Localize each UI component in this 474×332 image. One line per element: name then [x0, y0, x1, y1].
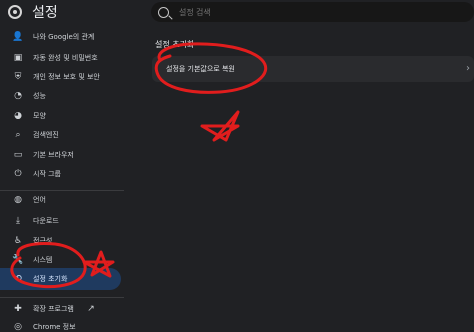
sidebar-item-reset-settings[interactable]: ⟲ 설정 초기화	[0, 268, 121, 290]
sidebar-item-label: 설정 초기화	[33, 275, 68, 283]
browser-icon: ▭	[13, 150, 23, 160]
search-box[interactable]	[151, 2, 474, 22]
search-icon	[158, 6, 169, 18]
external-link-icon: ↗	[87, 304, 95, 314]
chrome-settings-window: 설정 👤 나와 Google의 관계 ▣ 자동 완성 및 비밀번호 ⛨ 개인 정…	[0, 0, 474, 332]
sidebar-item-on-startup[interactable]: ⏻ 시작 그룹	[0, 163, 124, 185]
reset-icon: ⟲	[14, 274, 22, 284]
page-title: 설정	[32, 5, 58, 21]
sidebar-item-label: 접근성	[33, 237, 53, 245]
performance-icon: ◔	[14, 91, 22, 101]
sidebar-item-label: 나와 Google의 관계	[33, 33, 95, 41]
power-icon: ⏻	[14, 169, 22, 179]
sidebar-item-you-and-google[interactable]: 👤 나와 Google의 관계	[0, 26, 124, 48]
sidebar-item-languages[interactable]: ◍ 언어	[0, 189, 124, 211]
chrome-icon: ◎	[14, 322, 22, 332]
shield-icon: ⛨	[14, 72, 22, 82]
sidebar-item-label: 검색엔진	[33, 131, 59, 139]
reset-settings-card: 설정을 기본값으로 복원 ›	[152, 56, 474, 82]
person-icon: 👤	[12, 32, 24, 42]
chrome-logo-icon	[8, 5, 22, 19]
autofill-icon: ▣	[13, 53, 23, 63]
sidebar-item-label: 언어	[33, 196, 46, 204]
section-title: 설정 초기화	[155, 40, 195, 49]
palette-icon: ◕	[14, 111, 22, 121]
main-content: 설정 초기화 설정을 기본값으로 복원 ›	[124, 24, 474, 332]
chevron-right-icon: ›	[466, 63, 470, 74]
search-icon: ⌕	[15, 130, 21, 140]
sidebar: 👤 나와 Google의 관계 ▣ 자동 완성 및 비밀번호 ⛨ 개인 정보 보…	[0, 24, 124, 332]
extension-icon: ✚	[14, 304, 22, 314]
wrench-icon: 🔧	[12, 255, 24, 265]
sidebar-item-label: 시작 그룹	[33, 170, 61, 178]
sidebar-item-downloads[interactable]: ⤓ 다운로드	[0, 210, 124, 232]
download-icon: ⤓	[16, 216, 20, 226]
sidebar-item-label: 기본 브라우저	[33, 151, 74, 159]
top-bar: 설정	[0, 0, 474, 24]
sidebar-item-performance[interactable]: ◔ 성능	[0, 85, 124, 107]
accessibility-icon: ♿	[13, 236, 23, 246]
sidebar-item-label: 확장 프로그램	[33, 305, 74, 313]
globe-icon: ◍	[14, 195, 22, 205]
sidebar-item-about-chrome[interactable]: ◎ Chrome 정보	[0, 316, 124, 332]
sidebar-item-label: 자동 완성 및 비밀번호	[33, 54, 98, 62]
search-input[interactable]	[177, 3, 461, 21]
sidebar-item-label: 시스템	[33, 256, 53, 264]
restore-defaults-row[interactable]: 설정을 기본값으로 복원	[166, 64, 235, 74]
sidebar-item-label: 모양	[33, 112, 46, 120]
sidebar-item-label: 개인 정보 보호 및 보안	[33, 73, 100, 81]
sidebar-item-label: 성능	[33, 92, 46, 100]
sidebar-item-label: Chrome 정보	[33, 323, 76, 331]
sidebar-item-search-engine[interactable]: ⌕ 검색엔진	[0, 124, 124, 146]
sidebar-item-label: 다운로드	[33, 217, 59, 225]
brand: 설정	[8, 3, 58, 21]
